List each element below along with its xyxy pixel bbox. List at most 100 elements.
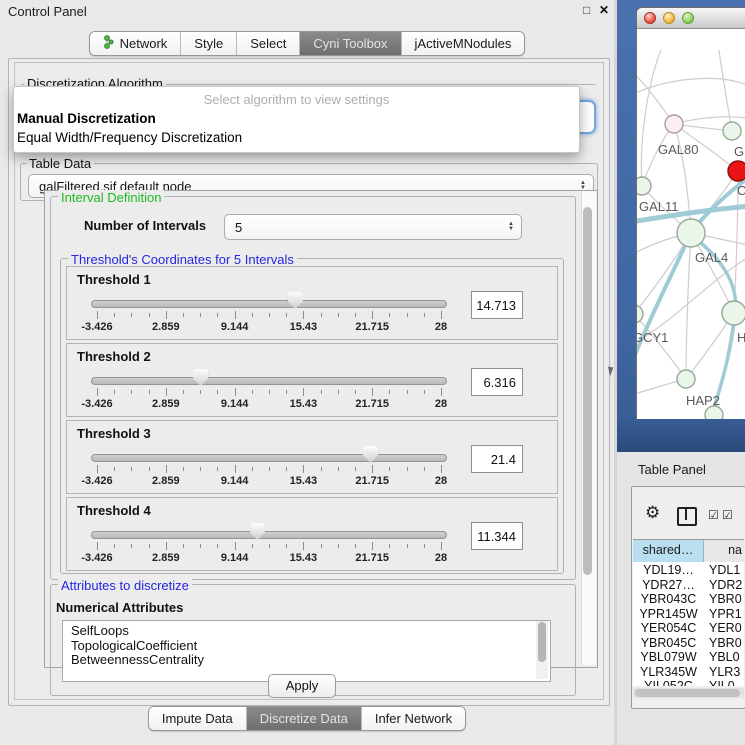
popup-item-equal-width-frequency[interactable]: Equal Width/Frequency Discretization [17,130,242,145]
cell-shared-name[interactable]: YDR27… [633,578,704,593]
cell-name[interactable]: YBR0 [704,636,744,651]
threshold-2-label: Threshold 2 [77,349,151,364]
threshold-2-slider-track[interactable] [91,377,447,385]
minimize-traffic-light[interactable] [663,12,675,24]
tab-cyni-toolbox[interactable]: Cyni Toolbox [300,32,401,55]
table-row[interactable]: YDR27…YDR2 [633,578,744,593]
threshold-1-label: Threshold 1 [77,272,151,287]
attributes-list-scrollbar-thumb[interactable] [538,622,546,662]
tick-label: 28 [435,475,447,487]
table-body[interactable]: YDL19…YDL1 YDR27…YDR2 YBR043CYBR0 YPR145… [633,562,744,686]
table-row[interactable]: YPR145WYPR1 [633,607,744,622]
list-item-betweennesscentrality[interactable]: BetweennessCentrality [71,652,204,667]
list-item-selfloops[interactable]: SelfLoops [71,623,129,638]
tab-discretize-data[interactable]: Discretize Data [247,707,362,730]
cell-name[interactable]: YDR2 [704,578,744,593]
table-row[interactable]: YBL079WYBL0 [633,650,744,665]
cell-name[interactable]: YLR3 [704,665,744,680]
cell-shared-name[interactable]: YBR045C [633,636,704,651]
label-gcy1: GCY1 [637,330,668,345]
close-icon[interactable]: ✕ [599,3,609,17]
cell-shared-name[interactable]: YLR345W [633,665,704,680]
bottom-tab-bar: Impute Data Discretize Data Infer Networ… [0,706,614,731]
cell-name[interactable]: YBL0 [704,650,744,665]
zoom-traffic-light[interactable] [682,12,694,24]
cell-name[interactable]: YPR1 [704,607,744,622]
show-columns-icon[interactable] [677,507,697,526]
list-item-topologicalcoefficient[interactable]: TopologicalCoefficient [71,638,197,653]
threshold-3-panel: Threshold 3 -3.426 2.859 9.144 15.43 21.… [66,420,558,494]
cell-name[interactable]: YER0 [704,621,744,636]
node-top-right[interactable] [723,122,741,140]
threshold-4-slider-ticks [97,542,441,551]
cell-name[interactable]: YDL1 [704,563,744,578]
threshold-3-slider-track[interactable] [91,454,447,462]
select-none-checkbox-icon[interactable]: ☑ [722,508,733,522]
threshold-2-value-field[interactable]: 6.316 [471,368,523,396]
table-row[interactable]: YIL052CYIL0 [633,679,744,686]
threshold-4-value-field[interactable]: 11.344 [471,522,523,550]
table-horizontal-scrollbar-thumb[interactable] [635,689,740,697]
column-header-name[interactable]: na [704,540,744,562]
tick-label: 2.859 [152,552,180,564]
node-gal4[interactable] [677,219,705,247]
number-of-intervals-value: 5 [225,220,508,235]
apply-button[interactable]: Apply [268,674,336,698]
cell-shared-name[interactable]: YDL19… [633,563,704,578]
numerical-attributes-list[interactable]: SelfLoops TopologicalCoefficient Between… [62,620,551,682]
thresholds-groupbox-title: Threshold's Coordinates for 5 Intervals [68,252,297,267]
tab-style[interactable]: Style [181,32,237,55]
node-gal11[interactable] [637,177,651,195]
tick-label: 28 [435,552,447,564]
cell-shared-name[interactable]: YPR145W [633,607,704,622]
label-hap2: HAP2 [686,393,720,408]
threshold-1-value-field[interactable]: 14.713 [471,291,523,319]
cell-shared-name[interactable]: YER054C [633,621,704,636]
tab-network[interactable]: Network [90,32,182,55]
table-row[interactable]: YDL19…YDL1 [633,563,744,578]
cell-shared-name[interactable]: YBR043C [633,592,704,607]
threshold-1-slider-track[interactable] [91,300,447,308]
close-traffic-light[interactable] [644,12,656,24]
node-gcy1[interactable] [637,305,643,323]
control-panel-titlebar: Control Panel □ ✕ [0,0,614,24]
settings-scrollbar-thumb[interactable] [583,207,592,575]
node-gal80[interactable] [665,115,683,133]
node-right-mid[interactable] [722,301,745,325]
cell-name[interactable]: YIL0 [704,679,744,686]
network-nodes[interactable] [637,115,745,419]
tab-select[interactable]: Select [237,32,300,55]
attributes-groupbox-title: Attributes to discretize [58,578,192,593]
node-hap2[interactable] [677,370,695,388]
table-horizontal-scrollbar[interactable] [633,688,744,698]
combo-stepper-icon[interactable]: ▲▼ [508,222,521,232]
table-row[interactable]: YLR345WYLR3 [633,665,744,680]
cell-shared-name[interactable]: YIL052C [633,679,704,686]
tick-label: 28 [435,321,447,333]
table-row[interactable]: YER054CYER0 [633,621,744,636]
tab-discretize-data-label: Discretize Data [260,711,348,726]
cell-name[interactable]: YBR0 [704,592,744,607]
tab-impute-data[interactable]: Impute Data [149,707,247,730]
tab-jactivemnodules[interactable]: jActiveMNodules [402,32,525,55]
table-row[interactable]: YBR045CYBR0 [633,636,744,651]
threshold-4-slider-track[interactable] [91,531,447,539]
threshold-3-value-field[interactable]: 21.4 [471,445,523,473]
node-selected-red[interactable] [728,161,745,181]
select-all-checkbox-icon[interactable]: ☑ [708,508,719,522]
network-canvas[interactable]: GAL80 G C GAL11 GAL4 GCY1 H HAP2 [637,29,745,419]
number-of-intervals-combobox[interactable]: 5 ▲▼ [224,214,522,240]
table-row[interactable]: YBR043CYBR0 [633,592,744,607]
float-window-icon[interactable]: □ [583,3,590,17]
column-header-shared-name[interactable]: shared… [633,540,704,562]
gear-icon[interactable]: ⚙ [645,504,660,521]
network-window-titlebar[interactable] [637,8,745,29]
threshold-3-label: Threshold 3 [77,426,151,441]
numerical-attributes-label: Numerical Attributes [56,600,183,615]
tick-label: 9.144 [221,552,249,564]
tab-jactivemnodules-label: jActiveMNodules [415,36,512,51]
tick-label: -3.426 [81,321,112,333]
tab-infer-network[interactable]: Infer Network [362,707,465,730]
cell-shared-name[interactable]: YBL079W [633,650,704,665]
popup-item-manual-discretization[interactable]: Manual Discretization [17,111,156,126]
